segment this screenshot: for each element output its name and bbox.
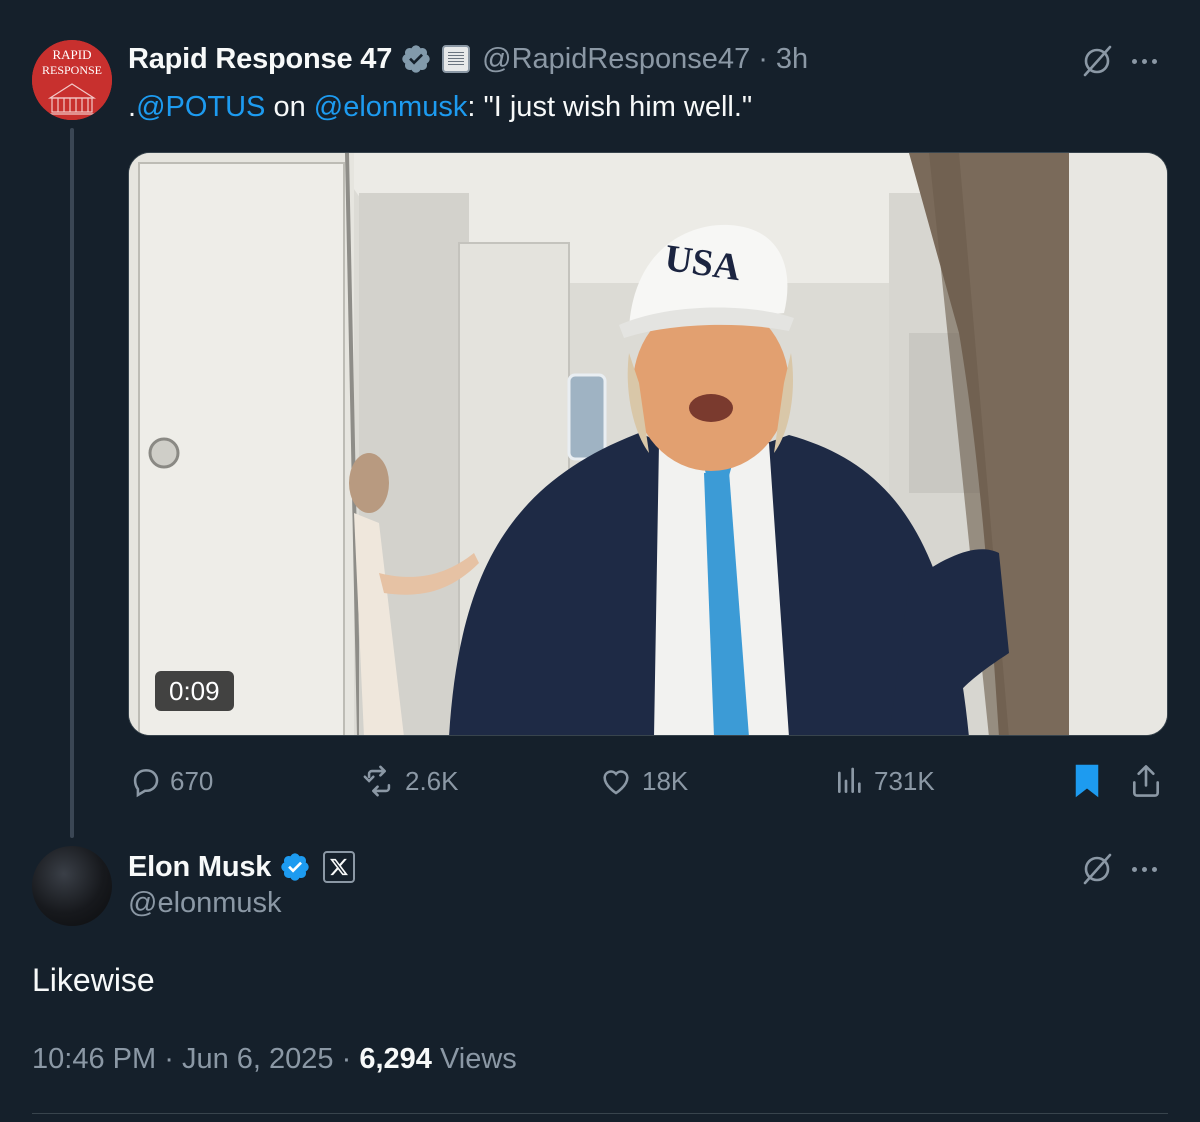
views-icon	[838, 767, 861, 793]
author-display-name[interactable]: Rapid Response 47	[128, 43, 392, 76]
thread-connector-line	[70, 128, 74, 838]
verified-badge-icon[interactable]	[400, 43, 432, 75]
like-count: 18K	[642, 765, 689, 796]
repost-icon	[363, 765, 391, 797]
repost-count: 2.6K	[405, 765, 459, 796]
reply-date[interactable]: Jun 6, 2025	[182, 1043, 334, 1075]
reply-meta: 10:46 PM · Jun 6, 2025 · 6,294 Views	[32, 1043, 517, 1076]
reply-header: Elon Musk	[128, 846, 356, 888]
mention-potus[interactable]: @POTUS	[136, 91, 265, 123]
mention-elonmusk[interactable]: @elonmusk	[314, 91, 468, 123]
more-icon[interactable]	[1132, 852, 1157, 886]
views-count: 731K	[874, 765, 935, 796]
reply-body: Likewise	[32, 962, 155, 998]
avatar-rapid-response[interactable]: RAPID RESPONSE	[32, 40, 112, 120]
more-icon[interactable]	[1132, 44, 1157, 78]
grok-icon[interactable]	[1080, 44, 1114, 78]
separator-dot: ·	[758, 42, 768, 75]
x-affiliate-icon[interactable]	[323, 851, 356, 883]
svg-text:RAPID: RAPID	[52, 47, 91, 62]
tweet-text-middle: on	[265, 91, 314, 123]
like-button[interactable]: 18K	[598, 758, 688, 804]
views-button[interactable]: 731K	[834, 758, 935, 804]
repost-button[interactable]: 2.6K	[361, 758, 459, 804]
tweet-body: .@POTUS on @elonmusk: "I just wish him w…	[128, 88, 752, 126]
tweet-time[interactable]: 3h	[776, 43, 808, 76]
reply-views-label: Views	[439, 1043, 517, 1075]
like-icon	[603, 770, 629, 795]
author-handle[interactable]: @RapidResponse47	[482, 43, 750, 76]
svg-text:RESPONSE: RESPONSE	[42, 63, 102, 77]
separator-dot: ·	[341, 1043, 352, 1075]
tweet-text-prefix: .	[128, 91, 137, 123]
parent-header: Rapid Response 47 @RapidResponse47 · 3h	[128, 38, 808, 80]
tweet-text-suffix: : "I just wish him well."	[467, 91, 753, 123]
white-house-affiliate-icon[interactable]	[442, 45, 471, 73]
reply-views-count: 6,294	[359, 1043, 432, 1075]
verified-badge-icon[interactable]	[279, 851, 311, 883]
separator-dot: ·	[164, 1043, 174, 1075]
action-bar: 670 2.6K 18K 731K	[128, 758, 1168, 804]
divider	[32, 1113, 1168, 1114]
video-player[interactable]: USA 0:09	[128, 152, 1168, 736]
grok-icon[interactable]	[1080, 852, 1114, 886]
reply-button[interactable]: 670	[128, 758, 213, 804]
video-duration: 0:09	[155, 671, 234, 711]
share-icon[interactable]	[1128, 762, 1164, 800]
reply-time[interactable]: 10:46 PM	[32, 1043, 156, 1075]
reply-author-handle[interactable]: @elonmusk	[128, 887, 282, 920]
reply-icon	[133, 769, 159, 798]
bookmark-icon[interactable]	[1072, 762, 1102, 800]
reply-author-display-name[interactable]: Elon Musk	[128, 851, 271, 884]
avatar-elon-musk[interactable]	[32, 846, 112, 926]
reply-count: 670	[170, 765, 214, 796]
video-frame: USA	[129, 153, 1167, 735]
